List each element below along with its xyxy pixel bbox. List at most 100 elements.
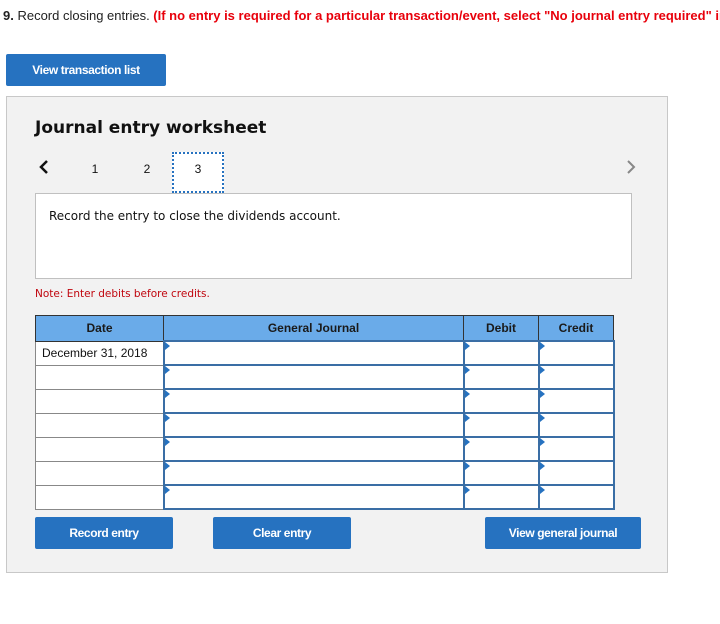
table-row xyxy=(35,436,615,462)
debit-input[interactable] xyxy=(464,415,538,435)
flag-icon xyxy=(464,342,470,350)
worksheet-page-tab-1[interactable]: 1 xyxy=(75,155,115,183)
flag-icon xyxy=(164,342,170,350)
table-row xyxy=(35,412,615,438)
flag-icon xyxy=(164,438,170,446)
debit-field[interactable] xyxy=(462,388,540,414)
credit-input[interactable] xyxy=(539,439,613,459)
debit-input[interactable] xyxy=(464,463,538,483)
debit-input[interactable] xyxy=(464,487,538,507)
date-cell xyxy=(35,388,164,414)
table-row xyxy=(35,388,615,414)
header-credit: Credit xyxy=(538,315,614,342)
date-cell xyxy=(35,484,164,510)
worksheet-title: Journal entry worksheet xyxy=(35,118,267,138)
debit-input[interactable] xyxy=(464,391,538,411)
account-field[interactable] xyxy=(162,484,465,510)
entry-description: Record the entry to close the dividends … xyxy=(49,209,341,223)
table-header-row: Date General Journal Debit Credit xyxy=(35,315,614,342)
question-prompt: 9. Record closing entries. (If no entry … xyxy=(3,8,720,23)
worksheet-page-tab-3-active[interactable]: 3 xyxy=(172,152,224,193)
flag-icon xyxy=(164,414,170,422)
account-input[interactable] xyxy=(164,391,463,411)
debit-field[interactable] xyxy=(462,412,540,438)
header-debit: Debit xyxy=(463,315,539,342)
credit-input[interactable] xyxy=(539,367,613,387)
credit-field[interactable] xyxy=(537,460,615,486)
account-input[interactable] xyxy=(164,463,463,483)
chevron-right-icon xyxy=(627,160,636,174)
debit-field[interactable] xyxy=(462,436,540,462)
journal-entry-table: Date General Journal Debit Credit Decemb… xyxy=(35,315,615,510)
credit-field[interactable] xyxy=(537,412,615,438)
debit-input[interactable] xyxy=(464,343,538,363)
previous-page-button[interactable] xyxy=(37,157,51,177)
account-field[interactable] xyxy=(162,436,465,462)
account-field[interactable] xyxy=(162,364,465,390)
view-transaction-list-button[interactable]: View transaction list xyxy=(6,54,166,86)
date-cell xyxy=(35,436,164,462)
flag-icon xyxy=(539,366,545,374)
question-number: 9. xyxy=(3,8,14,23)
flag-icon xyxy=(164,366,170,374)
debit-field[interactable] xyxy=(462,484,540,510)
record-entry-button[interactable]: Record entry xyxy=(35,517,173,549)
credit-input[interactable] xyxy=(539,343,613,363)
account-input[interactable] xyxy=(164,343,463,363)
account-input[interactable] xyxy=(164,487,463,507)
flag-icon xyxy=(539,414,545,422)
credit-field[interactable] xyxy=(537,436,615,462)
credit-input[interactable] xyxy=(539,463,613,483)
account-field[interactable] xyxy=(162,340,465,366)
credit-input[interactable] xyxy=(539,391,613,411)
flag-icon xyxy=(464,486,470,494)
date-cell xyxy=(35,460,164,486)
account-field[interactable] xyxy=(162,412,465,438)
credit-field[interactable] xyxy=(537,340,615,366)
table-row xyxy=(35,364,615,390)
flag-icon xyxy=(539,462,545,470)
flag-icon xyxy=(539,342,545,350)
account-field[interactable] xyxy=(162,388,465,414)
debit-field[interactable] xyxy=(462,364,540,390)
table-row: December 31, 2018 xyxy=(35,340,615,366)
question-instruction: (If no entry is required for a particula… xyxy=(153,8,720,23)
clear-entry-button[interactable]: Clear entry xyxy=(213,517,351,549)
debit-input[interactable] xyxy=(464,367,538,387)
debit-field[interactable] xyxy=(462,340,540,366)
worksheet-page-tab-2[interactable]: 2 xyxy=(127,155,167,183)
debit-field[interactable] xyxy=(462,460,540,486)
credit-field[interactable] xyxy=(537,388,615,414)
table-row xyxy=(35,460,615,486)
flag-icon xyxy=(464,414,470,422)
flag-icon xyxy=(539,486,545,494)
credit-field[interactable] xyxy=(537,484,615,510)
account-input[interactable] xyxy=(164,439,463,459)
flag-icon xyxy=(164,486,170,494)
account-field[interactable] xyxy=(162,460,465,486)
account-input[interactable] xyxy=(164,367,463,387)
journal-entry-worksheet-panel: Journal entry worksheet 1 2 3 Record the… xyxy=(6,96,668,573)
flag-icon xyxy=(164,462,170,470)
account-input[interactable] xyxy=(164,415,463,435)
credit-input[interactable] xyxy=(539,415,613,435)
flag-icon xyxy=(464,390,470,398)
flag-icon xyxy=(539,438,545,446)
credit-input[interactable] xyxy=(539,487,613,507)
debit-input[interactable] xyxy=(464,439,538,459)
chevron-left-icon xyxy=(39,160,48,174)
flag-icon xyxy=(464,438,470,446)
table-row xyxy=(35,484,615,510)
entry-description-box: Record the entry to close the dividends … xyxy=(35,193,632,279)
flag-icon xyxy=(464,366,470,374)
flag-icon xyxy=(464,462,470,470)
question-text: Record closing entries. xyxy=(13,8,154,23)
credit-field[interactable] xyxy=(537,364,615,390)
header-date: Date xyxy=(35,315,164,342)
date-cell: December 31, 2018 xyxy=(35,340,164,366)
flag-icon xyxy=(164,390,170,398)
date-cell xyxy=(35,412,164,438)
next-page-button[interactable] xyxy=(624,157,638,177)
view-general-journal-button[interactable]: View general journal xyxy=(485,517,641,549)
header-general-journal: General Journal xyxy=(163,315,464,342)
